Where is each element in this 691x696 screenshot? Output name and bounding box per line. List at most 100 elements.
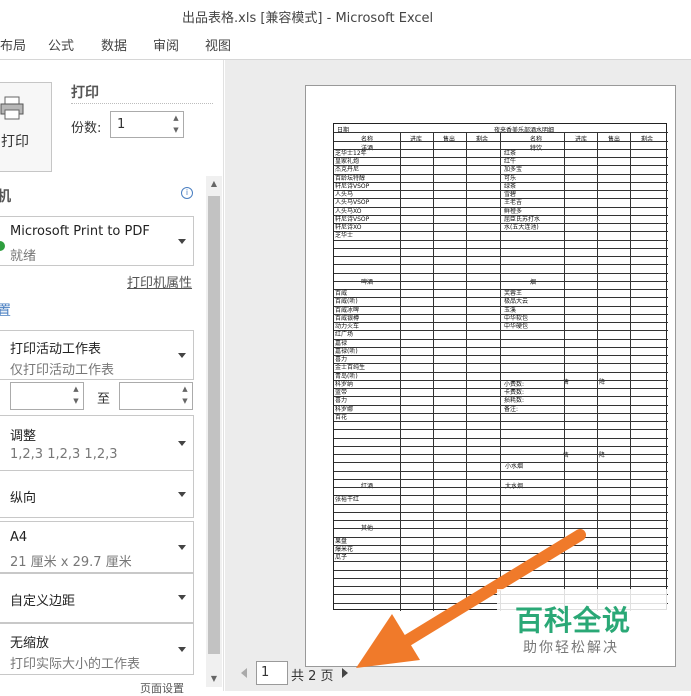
spin-up-icon[interactable]: ▲: [169, 112, 183, 124]
sheet-gridline: [334, 454, 668, 455]
pages-to-spinner[interactable]: ▲ ▼: [178, 383, 192, 408]
sheet-gridline: [334, 487, 668, 488]
sheet-gridline: [334, 132, 668, 133]
window-title: 出品表格.xls [兼容模式] - Microsoft Excel: [182, 11, 434, 26]
sheet-item: 中华硬包: [504, 323, 529, 330]
sheet-gridline: [334, 495, 668, 496]
sheet-gridline: [334, 215, 668, 216]
sheet-gridline: [334, 248, 668, 249]
pages-from-input[interactable]: ▲ ▼: [10, 382, 84, 410]
sheet-item: 雪碧: [504, 191, 517, 198]
sheet-gridline: [334, 306, 668, 307]
sheet-item: 百威(听): [335, 298, 358, 305]
sheet-gridline: [334, 545, 668, 546]
sheet-item: 备注:: [504, 406, 519, 413]
sheet-gridline: [334, 165, 668, 166]
tab-layout[interactable]: 布局: [0, 35, 26, 54]
prev-page-icon[interactable]: [241, 668, 247, 678]
tab-formulas[interactable]: 公式: [48, 35, 74, 54]
sheet-item: 芝华士: [335, 232, 354, 239]
spin-down-icon[interactable]: ▼: [178, 395, 192, 407]
sheet-gridline: [334, 553, 668, 554]
sheet-item: 科罗娜: [335, 406, 354, 413]
sheet-gridline: [400, 132, 401, 611]
sheet-item: 果盘: [335, 538, 348, 545]
preview-page: 日期 夜来香美乐部酒水明细 名称 进库 售出 剩余 名称 进库 售出 剩余 洋酒…: [305, 85, 676, 667]
info-icon[interactable]: i: [181, 187, 193, 199]
printer-properties-link[interactable]: 打印机属性: [127, 272, 192, 291]
total-pages: 共 2 页: [291, 669, 334, 684]
paper-size-dropdown[interactable]: A4 21 厘米 x 29.7 厘米: [0, 521, 194, 573]
orientation-dropdown[interactable]: 纵向: [0, 470, 194, 518]
spin-up-icon[interactable]: ▲: [178, 383, 192, 395]
next-page-icon[interactable]: [342, 668, 348, 678]
scroll-down-icon[interactable]: ▼: [206, 671, 222, 687]
sheet-gridline: [334, 396, 668, 397]
printer-dropdown[interactable]: Microsoft Print to PDF 就绪: [0, 216, 194, 266]
sheet-item: 百龄坛特醇: [335, 175, 366, 182]
sheet-item: 绿茶: [504, 183, 517, 190]
pages-to-input[interactable]: ▲ ▼: [119, 382, 193, 410]
sheet-item: 王老吉: [504, 199, 523, 206]
sheet-gridline: [334, 462, 668, 463]
printer-status: 就绪: [10, 249, 37, 264]
margins-dropdown[interactable]: 自定义边距: [0, 573, 194, 623]
print-heading: 打印: [71, 85, 99, 101]
tab-view[interactable]: 视图: [205, 35, 231, 54]
printer-icon: [0, 96, 24, 120]
sheet-item: 金士百纯生: [335, 364, 366, 371]
sheet-item: 轩尼诗XO: [335, 224, 362, 231]
pages-from-spinner[interactable]: ▲ ▼: [69, 383, 83, 408]
sheet-item: 鲜橙多: [504, 208, 523, 215]
page-navigator: 1 共 2 页: [225, 660, 425, 686]
settings-heading: 置: [0, 303, 11, 319]
print-what-dropdown[interactable]: 打印活动工作表 仅打印活动工作表: [0, 330, 194, 380]
sheet-gridline: [334, 380, 668, 381]
sheet-gridline: [334, 149, 668, 150]
spin-down-icon[interactable]: ▼: [169, 124, 183, 136]
chevron-down-icon: [178, 441, 186, 446]
sheet-gridline: [564, 132, 565, 611]
sheet-gridline: [334, 512, 668, 513]
sheet-gridline: [334, 479, 668, 480]
sheet-item: 嘉禄(听): [335, 348, 358, 355]
scroll-thumb[interactable]: [208, 196, 220, 654]
preview-sheet: 日期 夜来香美乐部酒水明细 名称 进库 售出 剩余 名称 进库 售出 剩余 洋酒…: [333, 123, 668, 611]
sheet-gridline: [334, 141, 668, 142]
sheet-item: 百花: [335, 414, 348, 421]
current-page-input[interactable]: 1: [256, 661, 288, 685]
scaling-dropdown[interactable]: 无缩放 打印实际大小的工作表: [0, 623, 194, 675]
print-settings-panel: 打印 打印 份数: 1 ▲ ▼ 机 i Microsoft Print to PD…: [0, 60, 224, 695]
spin-down-icon[interactable]: ▼: [69, 395, 83, 407]
collate-dropdown[interactable]: 调整 1,2,3 1,2,3 1,2,3: [0, 415, 194, 471]
sheet-item: 百威银樽: [335, 315, 360, 322]
sheet-gridline: [334, 289, 668, 290]
scroll-up-icon[interactable]: ▲: [206, 176, 222, 192]
watermark-subtitle: 助你轻松解决: [523, 640, 619, 656]
chevron-down-icon: [178, 545, 186, 550]
spin-up-icon[interactable]: ▲: [69, 383, 83, 395]
paper-subtitle: 21 厘米 x 29.7 厘米: [10, 555, 132, 570]
sheet-gridline: [334, 281, 668, 282]
sheet-gridline: [334, 504, 668, 505]
sheet-item: 百威: [335, 290, 348, 297]
sheet-gridline: [334, 347, 668, 348]
print-button[interactable]: 打印: [0, 82, 52, 172]
title-bar: 出品表格.xls [兼容模式] - Microsoft Excel: [0, 0, 691, 30]
sheet-gridline: [334, 405, 668, 406]
tab-review[interactable]: 审阅: [153, 35, 179, 54]
sheet-gridline: [334, 446, 668, 447]
settings-scrollbar[interactable]: ▲ ▼: [206, 176, 222, 687]
sheet-item: 科罗纳: [335, 381, 354, 388]
sheet-item: 瓜子: [335, 554, 348, 561]
copies-spinner[interactable]: ▲ ▼: [169, 112, 183, 137]
sheet-gridline: [433, 132, 434, 611]
sheet-item: 水(五大连池): [504, 224, 539, 231]
scaling-subtitle: 打印实际大小的工作表: [10, 657, 141, 672]
page-setup-link[interactable]: 页面设置: [140, 680, 184, 696]
chevron-down-icon: [178, 492, 186, 497]
tab-data[interactable]: 数据: [101, 35, 127, 54]
copies-input[interactable]: 1 ▲ ▼: [110, 111, 184, 138]
sheet-gridline: [334, 372, 668, 373]
sheet-item: 中华软包: [504, 315, 529, 322]
